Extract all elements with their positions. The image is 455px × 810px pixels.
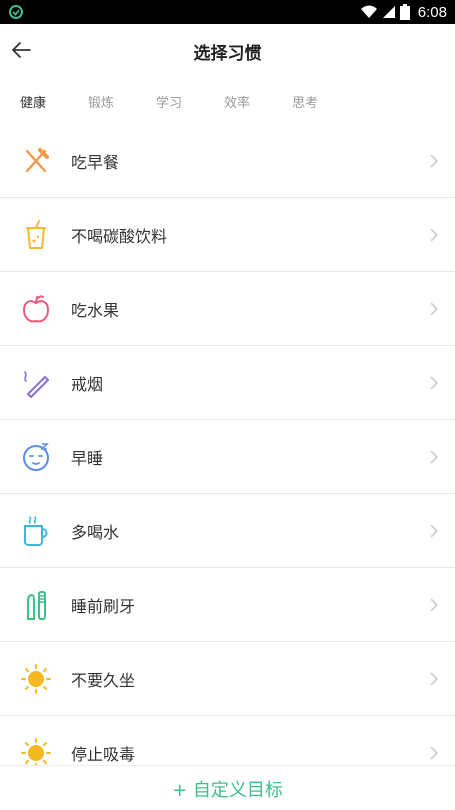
signal-icon: [382, 6, 395, 18]
chevron-right-icon: [430, 450, 439, 464]
chevron-right-icon: [430, 376, 439, 390]
sleepy-face-icon: [23, 443, 49, 471]
tab-efficiency[interactable]: 效率: [224, 86, 250, 117]
habit-item-sleep-early[interactable]: 早睡: [0, 420, 455, 494]
habit-item-fruit[interactable]: 吃水果: [0, 272, 455, 346]
sun-icon: [21, 664, 51, 694]
fork-knife-icon: [25, 148, 49, 173]
chevron-right-icon: [430, 154, 439, 168]
tab-exercise[interactable]: 锻炼: [88, 86, 114, 117]
chevron-right-icon: [430, 746, 439, 760]
status-bar: 6:08: [0, 0, 455, 24]
chevron-right-icon: [430, 672, 439, 686]
habit-item-no-soda[interactable]: 不喝碳酸饮料: [0, 198, 455, 272]
chevron-right-icon: [430, 598, 439, 612]
drink-cup-icon: [26, 220, 46, 249]
page-title: 选择习惯: [193, 44, 262, 64]
status-time: 6:08: [417, 3, 447, 21]
wifi-icon: [360, 5, 377, 18]
habit-item-breakfast[interactable]: 吃早餐: [0, 124, 455, 198]
app-notification-icon: [9, 5, 23, 19]
chevron-right-icon: [430, 302, 439, 316]
habit-item-quit-smoking[interactable]: 戒烟: [0, 346, 455, 420]
habit-label: 早睡: [71, 449, 104, 468]
habit-label: 停止吸毒: [71, 745, 136, 764]
apple-icon: [22, 295, 50, 323]
habit-label: 多喝水: [71, 523, 120, 542]
cigarette-icon: [24, 371, 49, 398]
habit-item-dont-sit-long[interactable]: 不要久坐: [0, 642, 455, 716]
chevron-right-icon: [430, 524, 439, 538]
chevron-right-icon: [430, 228, 439, 242]
habit-item-brush-teeth[interactable]: 睡前刷牙: [0, 568, 455, 642]
habit-label: 戒烟: [71, 375, 104, 394]
mug-icon: [24, 516, 48, 546]
app-header: 选择习惯: [0, 24, 455, 78]
habit-list: 吃早餐 不喝碳酸饮料 吃水果 戒烟 早睡 多喝水 睡前刷牙 不要久坐 停止吸毒: [0, 124, 455, 790]
category-tabs: 健康 锻炼 学习 效率 思考: [0, 78, 455, 124]
habit-label: 睡前刷牙: [71, 597, 136, 616]
habit-label: 不喝碳酸饮料: [71, 227, 168, 246]
habit-label: 吃早餐: [71, 153, 120, 172]
tab-health[interactable]: 健康: [20, 86, 46, 117]
habit-label: 吃水果: [71, 301, 120, 320]
habit-item-drink-water[interactable]: 多喝水: [0, 494, 455, 568]
tab-study[interactable]: 学习: [156, 86, 182, 117]
footer-bar: + 自定义目标: [0, 765, 455, 810]
battery-icon: [399, 4, 410, 20]
tab-thinking[interactable]: 思考: [292, 86, 318, 117]
toothbrush-icon: [27, 591, 46, 620]
habit-label: 不要久坐: [71, 671, 136, 690]
add-custom-goal-button[interactable]: + 自定义目标: [0, 776, 455, 802]
